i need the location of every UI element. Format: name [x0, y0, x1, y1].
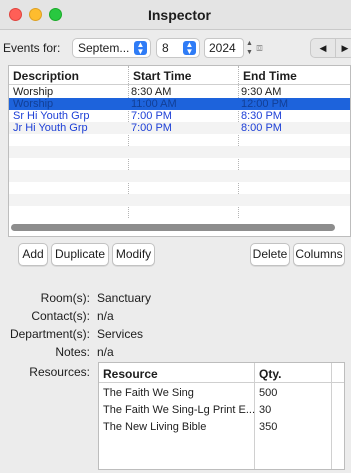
- table-row[interactable]: The Faith We Sing 500: [99, 385, 344, 402]
- contacts-value: n/a: [97, 309, 114, 323]
- window-title: Inspector: [147, 7, 211, 23]
- empty-row: [9, 170, 350, 182]
- events-date-bar: Events for: Septem... ▲ ▼ 8 ▲ ▼ 2024 ▲ ▼ ⧈ …: [0, 30, 351, 65]
- events-table[interactable]: Description Start Time End Time Worship …: [8, 65, 351, 237]
- triangle-right-icon: ▶: [341, 43, 349, 53]
- table-row[interactable]: The New Living Bible 350: [99, 419, 344, 436]
- delete-button[interactable]: Delete: [250, 243, 290, 266]
- row-description: Jr Hi Youth Grp: [13, 122, 88, 134]
- columns-button[interactable]: Columns: [293, 243, 345, 266]
- row-end-time: 12:00 PM: [241, 98, 289, 110]
- year-field[interactable]: 2024: [204, 38, 244, 58]
- column-header-resource[interactable]: Resource: [103, 367, 158, 381]
- departments-label: Department(s):: [9, 327, 90, 341]
- day-popup[interactable]: 8 ▲ ▼: [156, 38, 200, 58]
- month-popup[interactable]: Septem... ▲ ▼: [72, 38, 151, 58]
- resources-table-header: Resource Qty.: [99, 363, 344, 383]
- empty-row: [9, 206, 350, 218]
- events-for-label: Events for:: [3, 41, 61, 55]
- row-end-time: 8:00 PM: [241, 122, 282, 134]
- day-popup-arrows-icon: ▲ ▼: [183, 41, 196, 56]
- column-header-qty[interactable]: Qty.: [259, 367, 281, 381]
- row-resource: The New Living Bible: [103, 421, 207, 433]
- empty-row: [9, 146, 350, 158]
- empty-row: [9, 194, 350, 206]
- events-table-header: Description Start Time End Time: [9, 66, 350, 85]
- month-value: Septem...: [78, 41, 130, 55]
- row-start-time: 11:00 AM: [131, 98, 177, 110]
- rooms-value: Sanctuary: [97, 291, 152, 305]
- row-description: Worship: [13, 86, 54, 98]
- row-start-time: 7:00 PM: [131, 110, 172, 122]
- row-start-time: 7:00 PM: [131, 122, 172, 134]
- notes-label: Notes:: [55, 345, 90, 359]
- column-header-end-time[interactable]: End Time: [243, 69, 297, 83]
- row-qty: 30: [259, 404, 272, 416]
- contacts-label: Contact(s):: [31, 309, 90, 323]
- empty-row: [9, 158, 350, 170]
- add-button[interactable]: Add: [18, 243, 48, 266]
- duplicate-button[interactable]: Duplicate: [51, 243, 109, 266]
- table-row[interactable]: The Faith We Sing-Lg Print E... 30: [99, 402, 344, 419]
- departments-value: Services: [97, 327, 144, 341]
- row-qty: 500: [259, 387, 278, 399]
- resources-label: Resources:: [29, 365, 90, 379]
- empty-row: [9, 182, 350, 194]
- rooms-label: Room(s):: [40, 291, 90, 305]
- previous-day-button[interactable]: ◀: [310, 38, 336, 58]
- resources-table[interactable]: Resource Qty. The Faith We Sing 500 The …: [98, 362, 345, 470]
- table-row[interactable]: Jr Hi Youth Grp 7:00 PM 8:00 PM: [9, 122, 350, 134]
- table-row-selected[interactable]: Worship 11:00 AM 12:00 PM: [9, 98, 350, 110]
- row-resource: The Faith We Sing-Lg Print E...: [103, 404, 256, 416]
- notes-value: n/a: [97, 345, 114, 359]
- title-bar: Inspector: [0, 0, 351, 30]
- modify-button[interactable]: Modify: [112, 243, 155, 266]
- month-popup-arrows-icon: ▲ ▼: [134, 41, 147, 56]
- next-day-button[interactable]: ▶: [335, 38, 351, 58]
- row-end-time: 8:30 PM: [241, 110, 282, 122]
- year-value: 2024: [209, 41, 236, 55]
- calendar-icon[interactable]: ⧈: [256, 42, 263, 55]
- row-qty: 350: [259, 421, 278, 433]
- column-header-start-time[interactable]: Start Time: [133, 69, 191, 83]
- row-resource: The Faith We Sing: [103, 387, 194, 399]
- column-header-description[interactable]: Description: [13, 69, 79, 83]
- row-start-time: 8:30 AM: [131, 86, 172, 98]
- row-description: Worship: [13, 98, 54, 110]
- row-description: Sr Hi Youth Grp: [13, 110, 90, 122]
- year-stepper[interactable]: ▲ ▼: [245, 39, 254, 57]
- horizontal-scrollbar[interactable]: [11, 224, 335, 231]
- day-value: 8: [162, 41, 169, 55]
- empty-row: [9, 134, 350, 146]
- table-row[interactable]: Worship 8:30 AM 9:30 AM: [9, 86, 350, 98]
- table-row[interactable]: Sr Hi Youth Grp 7:00 PM 8:30 PM: [9, 110, 350, 122]
- row-end-time: 9:30 AM: [241, 86, 282, 98]
- triangle-left-icon: ◀: [319, 43, 327, 53]
